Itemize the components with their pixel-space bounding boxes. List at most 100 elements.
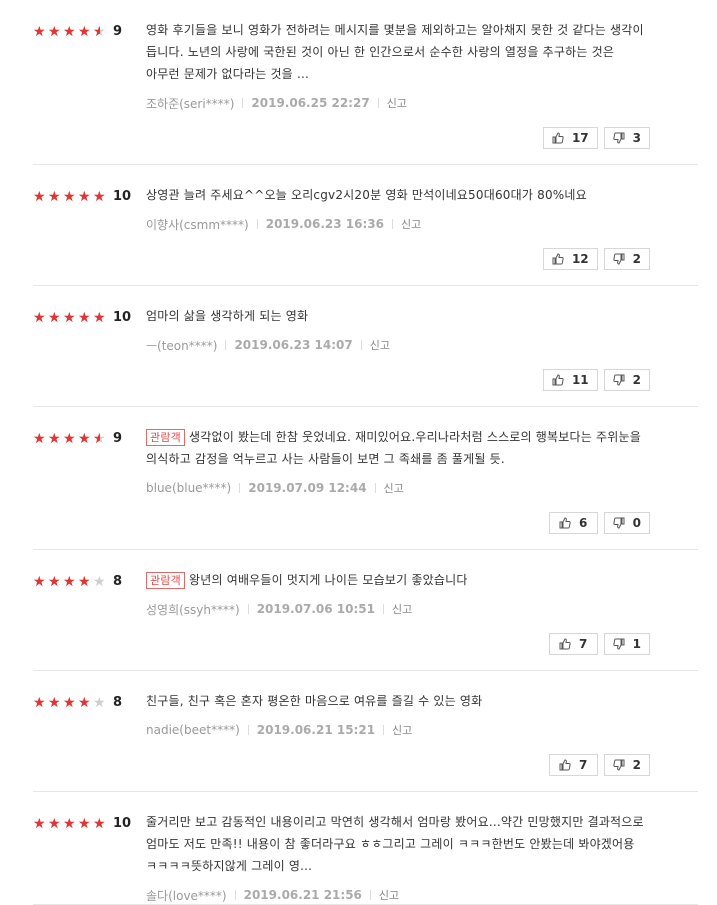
dislike-button[interactable]: 3 [603, 127, 650, 149]
dislike-button[interactable]: 2 [603, 369, 650, 391]
star-icon: ★★ [33, 188, 46, 205]
report-link[interactable]: 신고 [387, 95, 407, 111]
report-link[interactable]: 신고 [401, 216, 421, 232]
star-icon: ★★ [33, 815, 46, 832]
thumbs-down-icon [613, 132, 633, 144]
thumbs-down-icon [613, 638, 633, 650]
vote-buttons: 12 2 [146, 248, 650, 285]
review-text: 상영관 늘려 주세요^^오늘 오리cgv2시20분 영화 만석이네요50대60대… [146, 188, 587, 202]
review-meta: 성영희(ssyh****) 2019.07.06 10:51 신고 [146, 600, 650, 618]
viewer-badge: 관람객 [146, 429, 185, 446]
star-icon: ★★ [33, 573, 46, 590]
review-date: 2019.06.21 15:21 [256, 723, 376, 737]
thumbs-up-icon [559, 638, 579, 650]
report-link[interactable]: 신고 [379, 887, 399, 903]
score-number: 8 [113, 574, 123, 589]
star-rating: ★★★★★★★★★★ [33, 25, 108, 39]
star-icon: ★★ [93, 573, 106, 590]
star-icon: ★★ [63, 23, 76, 40]
review-item: ★★★★★★★★★★8친구들, 친구 혹은 혼자 평온한 마음으로 여유를 즐길… [33, 671, 698, 792]
review-text-line: 영화 후기들을 보니 영화가 전하려는 메시지를 몇분을 제외하고는 알아채지 … [146, 19, 650, 85]
dislike-count: 1 [632, 637, 641, 651]
star-icon: ★★ [48, 430, 61, 447]
vote-buttons: 60 [146, 512, 650, 549]
dislike-button[interactable]: 0 [603, 512, 650, 534]
star-rating: ★★★★★★★★★★ [33, 311, 108, 325]
dislike-button[interactable]: 2 [603, 754, 650, 776]
review-item: ★★★★★★★★★★8관람객왕년의 여배우들이 멋지게 나이든 모습보기 좋았습… [33, 550, 698, 671]
review-date: 2019.07.09 12:44 [248, 481, 367, 495]
star-icon: ★★ [63, 694, 76, 711]
dislike-button[interactable]: 2 [603, 248, 650, 270]
dislike-button[interactable]: 1 [603, 633, 650, 655]
review-body: 엄마의 삶을 생각하게 되는 영화 ㅡ(teon****) 2019.06.23 1… [146, 286, 698, 406]
review-body: 영화 후기들을 보니 영화가 전하려는 메시지를 몇분을 제외하고는 알아채지 … [146, 0, 698, 164]
review-text-line: 관람객 생각없이 봤는데 한참 웃었네요. 재미있어요.우리나라처럼 스스로의 행… [146, 426, 650, 470]
review-item: ★ ★ ★ ★ ★ ★ ★ ★ ★ ★ 10 줄거리만 보고 감동적인 내용이리고 막연히 생각해서 … [33, 792, 698, 905]
like-button[interactable]: 11 [542, 369, 598, 391]
like-button[interactable]: 17 [542, 127, 598, 149]
like-button[interactable]: 12 [542, 248, 598, 270]
like-count: 7 [578, 637, 588, 651]
divider [242, 98, 244, 108]
review-meta: nadie(beet****) 2019.06.21 15:21 신고 [146, 721, 650, 739]
review-text-line: 친구들, 친구 혹은 혼자 평온한 마음으로 여유를 즐길 수 있는 영화 [146, 690, 650, 712]
like-count: 11 [571, 373, 589, 387]
star-icon: ★★ [93, 309, 106, 326]
like-button[interactable]: 6 [548, 512, 598, 534]
review-meta: 조하준(seri****) 2019.06.25 22:27 신고 [146, 94, 650, 112]
review-text-line: 상영관 늘려 주세요^^오늘 오리cgv2시20분 영화 만석이네요50대60대… [146, 184, 650, 206]
star-icon: ★★ [93, 23, 106, 40]
review-item: ★ ★ ★ ★ ★ ★ ★ ★ ★ ★ 10 엄마의 삶을 생각하게 되는 영화 ㅡ(teon****)… [33, 286, 698, 407]
like-count: 6 [578, 516, 588, 530]
score-number: 10 [113, 189, 132, 204]
rating: ★★★★★★★★★★8 [33, 695, 122, 710]
author-name[interactable]: 솔다(love****) [146, 887, 227, 904]
divider [383, 604, 384, 614]
star-icon: ★★ [78, 573, 91, 590]
review-date: 2019.06.25 22:27 [251, 96, 370, 110]
thumbs-up-icon [559, 759, 579, 771]
star-icon: ★★ [33, 694, 46, 711]
star-icon: ★★ [63, 188, 76, 205]
star-icon: ★★ [48, 573, 61, 590]
score-number: 8 [113, 695, 123, 710]
like-button[interactable]: 7 [548, 633, 598, 655]
review-text-line: 관람객 왕년의 여배우들이 멋지게 나이든 모습보기 좋았습니다 [146, 569, 650, 591]
author-name[interactable]: blue(blue****) [146, 481, 231, 495]
vote-buttons: 72 [146, 754, 650, 791]
divider [369, 890, 371, 900]
report-link[interactable]: 신고 [370, 337, 390, 353]
report-link[interactable]: 신고 [384, 480, 404, 496]
author-name[interactable]: nadie(beet****) [146, 723, 240, 737]
star-icon: ★★ [93, 694, 106, 711]
star-rating: ★★★★★★★★★★ [33, 696, 108, 710]
review-text: 친구들, 친구 혹은 혼자 평온한 마음으로 여유를 즐길 수 있는 영화 [146, 694, 483, 708]
review-date: 2019.06.23 16:36 [265, 217, 385, 231]
author-name[interactable]: ㅡ(teon****) [146, 337, 217, 354]
author-name[interactable]: 성영희(ssyh****) [146, 601, 240, 618]
report-link[interactable]: 신고 [392, 601, 412, 617]
thumbs-up-icon [552, 132, 572, 144]
rating: ★ ★ ★ ★ ★ ★ ★ ★ ★ ★ 9 [33, 431, 122, 446]
like-count: 17 [571, 131, 589, 145]
author-name[interactable]: 이향사(csmm****) [146, 216, 249, 233]
divider [377, 98, 379, 108]
review-meta: ㅡ(teon****) 2019.06.23 14:07 신고 [146, 336, 650, 354]
review-date: 2019.06.23 14:07 [234, 338, 353, 352]
review-body: 줄거리만 보고 감동적인 내용이리고 막연히 생각해서 엄마랑 봤어요...약간… [146, 792, 698, 904]
divider [256, 219, 258, 229]
rating: ★ ★ ★ ★ ★ ★ ★ ★ ★ ★ 10 [33, 816, 131, 831]
review-text: 생각없이 봤는데 한참 웃었네요. 재미있어요.우리나라처럼 스스로의 행복보다… [146, 430, 641, 466]
thumbs-up-icon [552, 253, 572, 265]
report-link[interactable]: 신고 [392, 722, 412, 738]
vote-buttons: 11 2 [146, 369, 650, 406]
divider [374, 483, 376, 493]
review-list: ★ ★ ★ ★ ★ ★ ★ ★ ★ ★ 9 영화 후기들을 보니 영화가 전하려는 메시지를 몇분을 … [33, 0, 698, 905]
star-icon: ★★ [48, 23, 61, 40]
author-name[interactable]: 조하준(seri****) [146, 95, 234, 112]
star-icon: ★★ [33, 430, 46, 447]
dislike-count: 0 [632, 516, 641, 530]
like-button[interactable]: 7 [548, 754, 598, 776]
divider [392, 219, 394, 229]
